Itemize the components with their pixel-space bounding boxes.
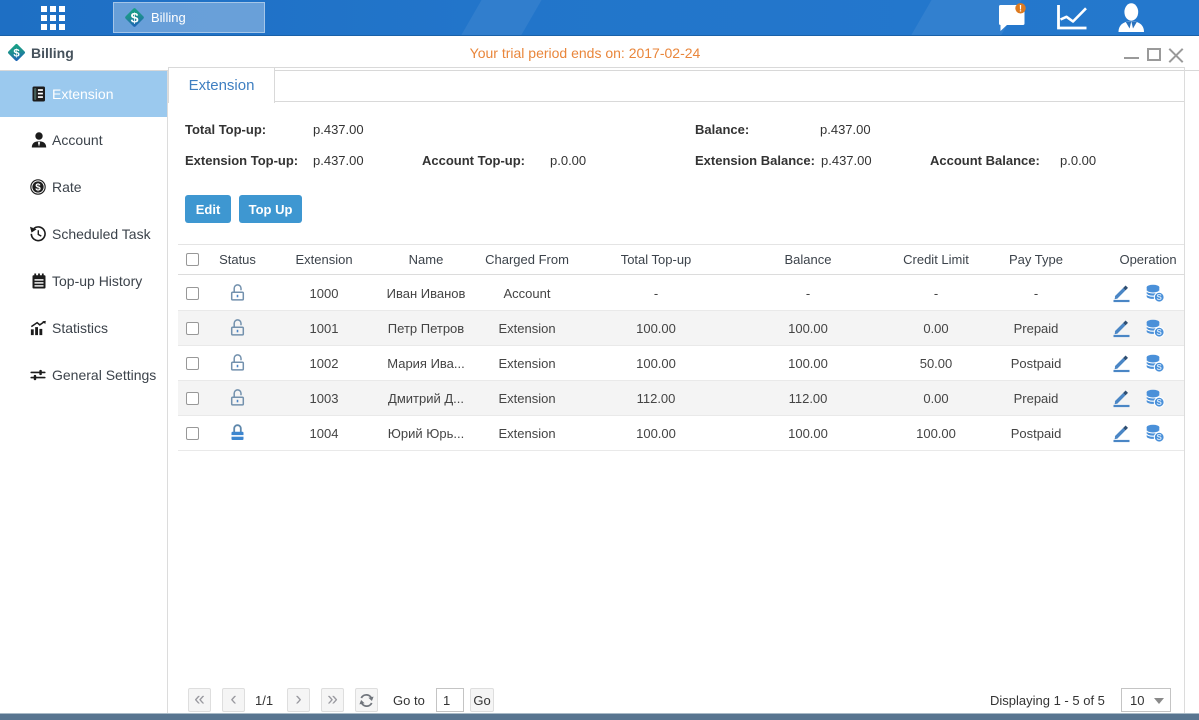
svg-text:$: $: [35, 182, 41, 193]
svg-text:$: $: [131, 9, 139, 25]
svg-text:!: !: [1019, 4, 1022, 14]
